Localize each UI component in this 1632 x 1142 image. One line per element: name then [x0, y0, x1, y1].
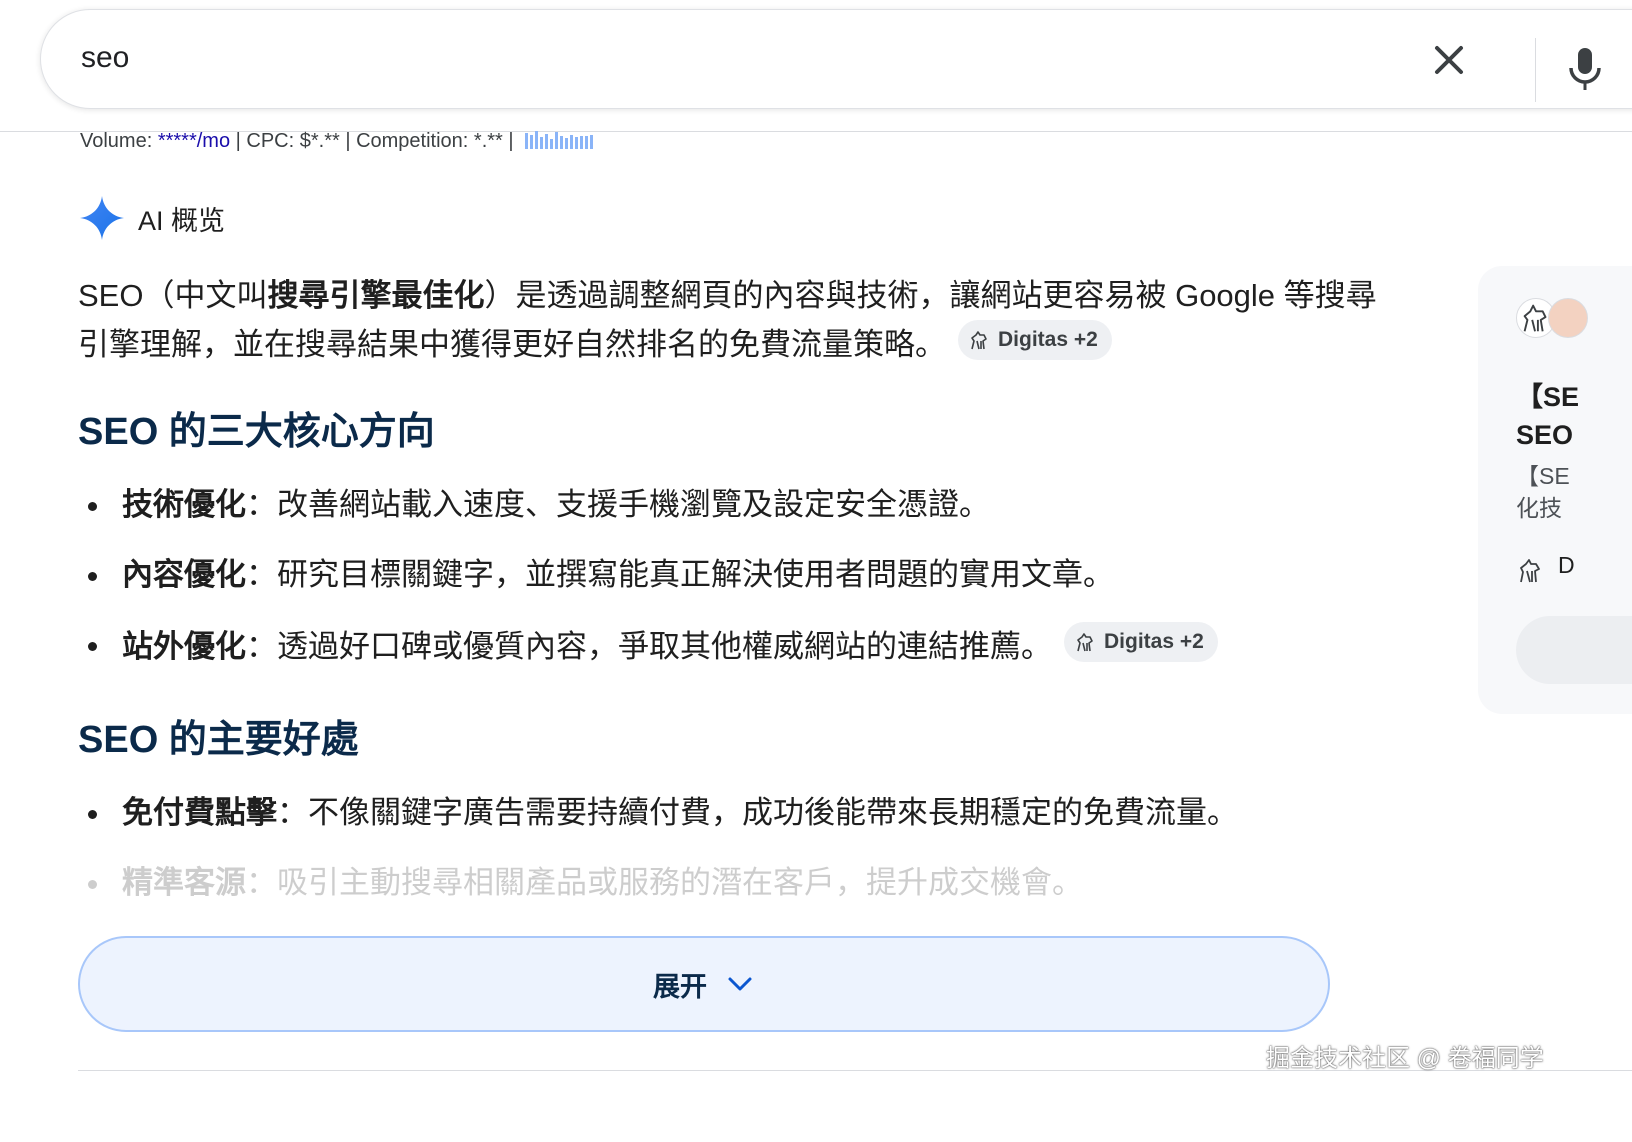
intro-paragraph: SEO（中文叫搜尋引擎最佳化）是透過調整網頁的內容與技術，讓網站更容易被 Goo… — [78, 272, 1378, 369]
volume-label: Volume: — [80, 130, 158, 152]
item-term: 內容優化 — [122, 557, 246, 592]
item-desc: 研究目標關鍵字，並撰寫能真正解決使用者問題的實用文章。 — [277, 557, 1114, 592]
watermark: 掘金技术社区 @ 卷福同学 — [1266, 1045, 1544, 1072]
item-sep: ： — [246, 865, 277, 900]
item-term: 站外優化 — [122, 629, 246, 664]
horse-logo-icon — [1520, 559, 1540, 583]
source-chip-label: Digitas +2 — [1104, 630, 1204, 653]
source-card[interactable]: 【SE SEO 【SE 化技 D — [1478, 266, 1632, 714]
search-header — [0, 0, 1632, 132]
search-box[interactable] — [40, 9, 1632, 109]
source-title-line: 【SE — [1516, 382, 1580, 412]
search-input[interactable] — [79, 38, 979, 78]
bullet-dot — [88, 502, 97, 511]
section-heading-benefits: SEO 的主要好處 — [78, 719, 359, 761]
ai-overview-header: AI 概览 — [80, 196, 225, 240]
source-snippet-line: 【SE — [1516, 463, 1570, 489]
benefits-list: 免付費點擊：不像關鍵字廣告需要持續付費，成功後能帶來長期穩定的免費流量。 精準客… — [84, 790, 1384, 930]
horse-logo-icon — [1077, 633, 1093, 652]
source-snippet-line: 化技 — [1516, 495, 1562, 521]
item-sep: ： — [277, 795, 308, 830]
source-title-line: SEO — [1516, 420, 1574, 450]
item-desc: 不像關鍵字廣告需要持續付費，成功後能帶來長期穩定的免費流量。 — [308, 795, 1238, 830]
horse-logo-icon — [971, 331, 987, 350]
list-item: 免付費點擊：不像關鍵字廣告需要持續付費，成功後能帶來長期穩定的免費流量。 — [84, 790, 1384, 860]
core-list: 技術優化：改善網站載入速度、支援手機瀏覽及設定安全憑證。 內容優化：研究目標關鍵… — [84, 482, 1384, 692]
microphone-icon[interactable] — [1565, 46, 1605, 94]
section-heading-core: SEO 的三大核心方向 — [78, 411, 435, 453]
keyword-stats: Volume: *****/mo | CPC: $*.** | Competit… — [80, 130, 595, 153]
item-sep: ： — [246, 487, 277, 522]
item-desc: 改善網站載入速度、支援手機瀏覽及設定安全憑證。 — [277, 487, 990, 522]
ai-overview-body: SEO（中文叫搜尋引擎最佳化）是透過調整網頁的內容與技術，讓網站更容易被 Goo… — [78, 272, 1378, 369]
list-item: 內容優化：研究目標關鍵字，並撰寫能真正解決使用者問題的實用文章。 — [84, 552, 1384, 622]
sparkle-icon — [80, 196, 124, 240]
source-chip[interactable]: Digitas +2 — [1064, 622, 1218, 662]
bullet-dot — [88, 810, 97, 819]
source-title[interactable]: 【SE SEO — [1516, 378, 1632, 454]
bullet-dot — [88, 642, 97, 651]
source-avatar — [1548, 298, 1588, 338]
close-icon[interactable] — [1429, 40, 1469, 80]
item-term: 精準客源 — [122, 865, 246, 900]
ai-overview-title: AI 概览 — [138, 205, 226, 236]
trend-bars-icon[interactable] — [525, 131, 595, 149]
source-footer: D — [1558, 552, 1575, 578]
list-item: 精準客源：吸引主動搜尋相關產品或服務的潛在客戶，提升成交機會。 — [84, 860, 1384, 930]
bullet-dot — [88, 880, 97, 889]
list-item: 技術優化：改善網站載入速度、支援手機瀏覽及設定安全憑證。 — [84, 482, 1384, 552]
item-desc: 吸引主動搜尋相關產品或服務的潛在客戶，提升成交機會。 — [277, 865, 1083, 900]
volume-value[interactable]: *****/mo — [158, 130, 230, 152]
bullet-dot — [88, 572, 97, 581]
source-snippet: 【SE 化技 — [1516, 460, 1632, 524]
source-chip-label: Digitas +2 — [998, 328, 1098, 351]
source-card-button[interactable] — [1516, 616, 1632, 684]
item-sep: ： — [246, 629, 277, 664]
chevron-down-icon — [728, 977, 752, 991]
item-term: 免付費點擊 — [122, 795, 277, 830]
item-desc: 透過好口碑或優質內容，爭取其他權威網站的連結推薦。 — [277, 629, 1052, 664]
source-chip[interactable]: Digitas +2 — [958, 320, 1112, 360]
item-term: 技術優化 — [122, 487, 246, 522]
expand-label: 展开 — [653, 971, 707, 1002]
cpc-competition: | CPC: $*.** | Competition: *.** | — [230, 130, 520, 152]
intro-bold-term: 搜尋引擎最佳化 — [267, 278, 485, 313]
intro-prefix: SEO（中文叫 — [78, 278, 268, 313]
expand-button[interactable]: 展开 — [78, 936, 1330, 1032]
search-divider — [1535, 38, 1536, 102]
item-sep: ： — [246, 557, 277, 592]
list-item: 站外優化：透過好口碑或優質內容，爭取其他權威網站的連結推薦。 Digitas +2 — [84, 622, 1384, 692]
